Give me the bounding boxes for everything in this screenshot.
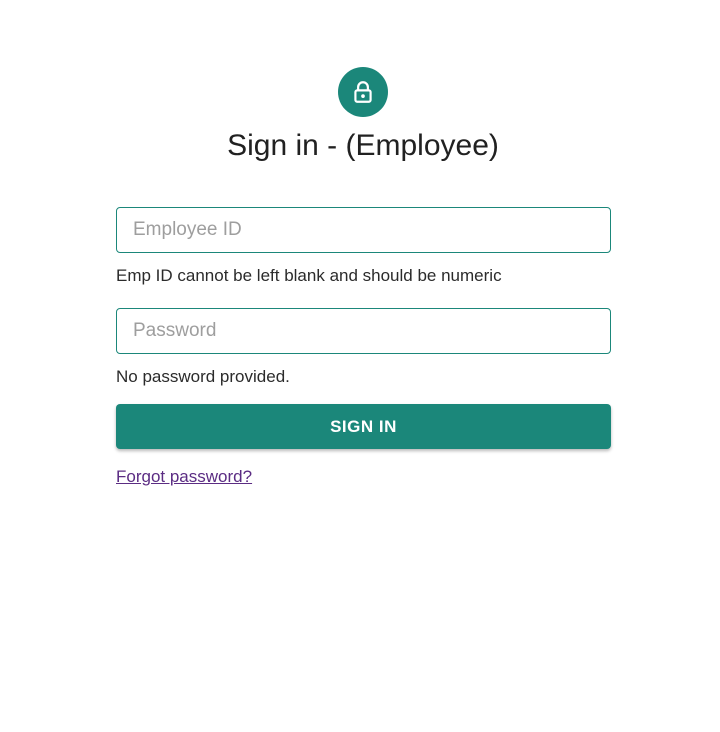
sign-in-button[interactable]: SIGN IN: [116, 404, 611, 449]
page-title: Sign in - (Employee): [227, 129, 499, 162]
sign-in-form: Emp ID cannot be left blank and should b…: [116, 207, 611, 489]
password-helper-text: No password provided.: [116, 367, 290, 386]
forgot-password-link[interactable]: Forgot password?: [116, 465, 252, 489]
sign-in-page: Sign in - (Employee) Emp ID cannot be le…: [0, 0, 720, 732]
password-input[interactable]: [117, 309, 610, 353]
employee-id-input[interactable]: [117, 208, 610, 252]
employee-id-field[interactable]: [116, 207, 611, 253]
password-field[interactable]: [116, 308, 611, 354]
lock-icon: [354, 81, 372, 103]
employee-id-helper-text: Emp ID cannot be left blank and should b…: [116, 266, 502, 285]
avatar: [338, 67, 388, 117]
